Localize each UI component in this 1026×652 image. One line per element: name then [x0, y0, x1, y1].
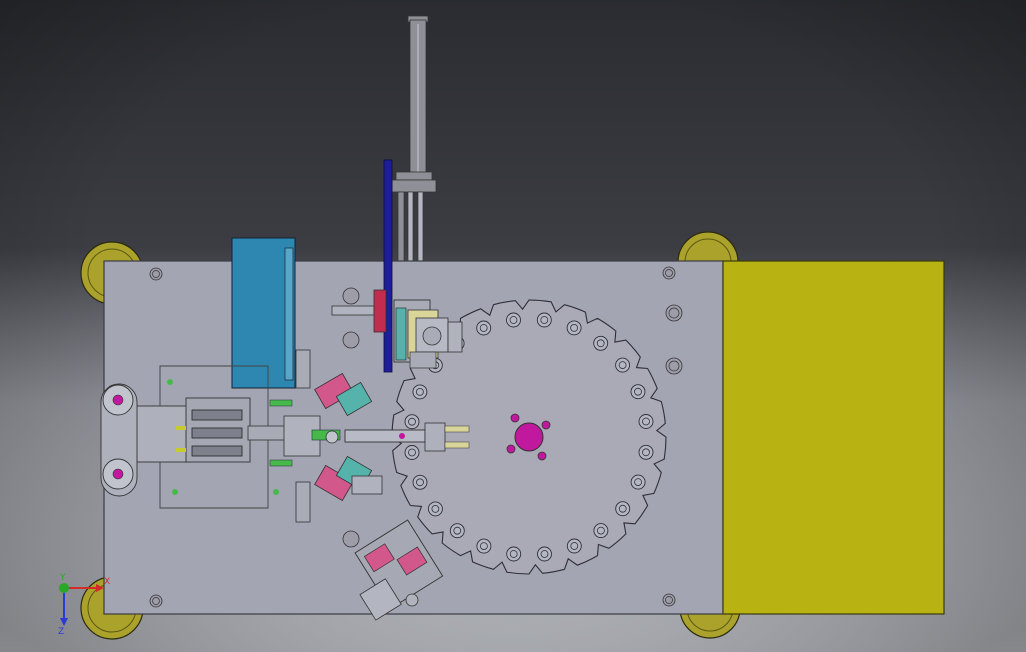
- dial-hole: [506, 312, 521, 328]
- dial-hole: [476, 538, 492, 554]
- dial-hole: [638, 444, 654, 460]
- dial-hole: [449, 523, 465, 539]
- dial-hole: [615, 501, 631, 517]
- dial-hole: [536, 312, 552, 328]
- dial-hole: [593, 523, 609, 539]
- yellow-side-block: [722, 260, 945, 615]
- dial-hole: [506, 546, 522, 562]
- cad-viewport[interactable]: X Y Z: [0, 0, 1026, 652]
- screw-hole: [665, 357, 683, 375]
- screw-hole: [149, 594, 163, 608]
- dial-hole: [638, 414, 654, 429]
- dial-hole: [412, 474, 428, 490]
- screw-hole: [665, 304, 683, 322]
- axis-y-dot: [59, 583, 69, 593]
- dial-hole: [427, 501, 443, 517]
- blue-housing-block: [231, 237, 296, 389]
- dial-hole: [404, 414, 420, 430]
- dial-hole: [630, 474, 646, 490]
- assembly-drawing: X Y Z: [0, 0, 1026, 652]
- screw-hole: [662, 266, 676, 280]
- dial-hole: [476, 320, 492, 336]
- screw-hole: [342, 331, 360, 349]
- dial-hole: [404, 445, 420, 460]
- dial-hole: [630, 384, 646, 400]
- axis-y-label: Y: [59, 573, 66, 583]
- screw-hole: [342, 530, 360, 548]
- screw-hole: [342, 287, 360, 305]
- screw-hole: [662, 593, 676, 607]
- dial-hole: [615, 357, 631, 373]
- axis-z-label: Z: [58, 627, 64, 637]
- dial-hole: [537, 546, 552, 562]
- dial-hole: [566, 538, 582, 554]
- dial-hole: [593, 335, 609, 351]
- axis-x-label: X: [104, 577, 110, 587]
- dial-hole: [412, 384, 428, 400]
- dial-hole: [566, 320, 582, 336]
- screw-hole: [149, 267, 163, 281]
